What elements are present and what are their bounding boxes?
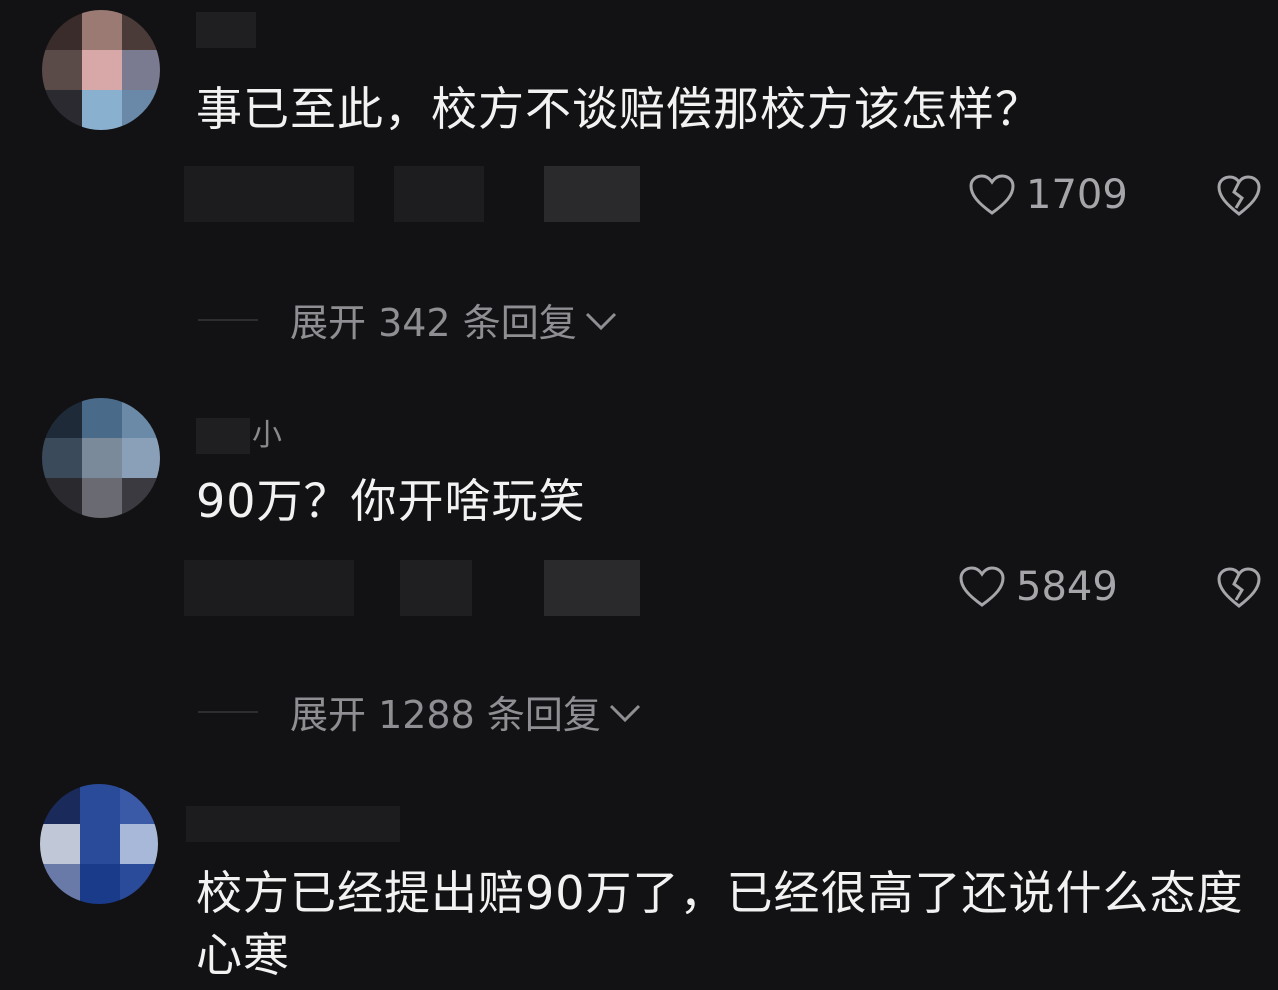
avatar[interactable] <box>42 10 160 130</box>
heart-outline-icon <box>969 174 1015 215</box>
comment-text: 校方已经提出赔90万了，已经很高了还说什么态度心寒 <box>196 866 1244 982</box>
heart-outline-icon <box>959 566 1005 607</box>
username-fragment: 小 <box>252 418 282 453</box>
comment-text: 事已至此，校方不谈赔偿那校方该怎样？ <box>196 82 1042 136</box>
dislike-button[interactable] <box>1216 174 1262 218</box>
expand-replies-button[interactable]: 展开 342 条回复 <box>198 292 619 347</box>
expand-replies-label: 展开 1288 条回复 <box>290 693 601 737</box>
dislike-button[interactable] <box>1216 566 1262 610</box>
broken-heart-icon <box>1217 175 1261 216</box>
like-button[interactable]: 1709 <box>968 172 1128 218</box>
like-button[interactable]: 5849 <box>958 564 1118 610</box>
divider-line <box>198 318 258 321</box>
like-count: 1709 <box>1026 172 1128 218</box>
expand-replies-label: 展开 342 条回复 <box>290 301 577 345</box>
avatar[interactable] <box>40 784 158 904</box>
comment-text: 90万？你开啥玩笑 <box>196 474 586 528</box>
broken-heart-icon <box>1217 567 1261 608</box>
divider-line <box>198 710 258 713</box>
chevron-down-icon <box>609 704 640 722</box>
chevron-down-icon <box>585 312 616 330</box>
like-count: 5849 <box>1016 564 1118 610</box>
avatar[interactable] <box>42 398 160 518</box>
expand-replies-button[interactable]: 展开 1288 条回复 <box>198 684 643 739</box>
